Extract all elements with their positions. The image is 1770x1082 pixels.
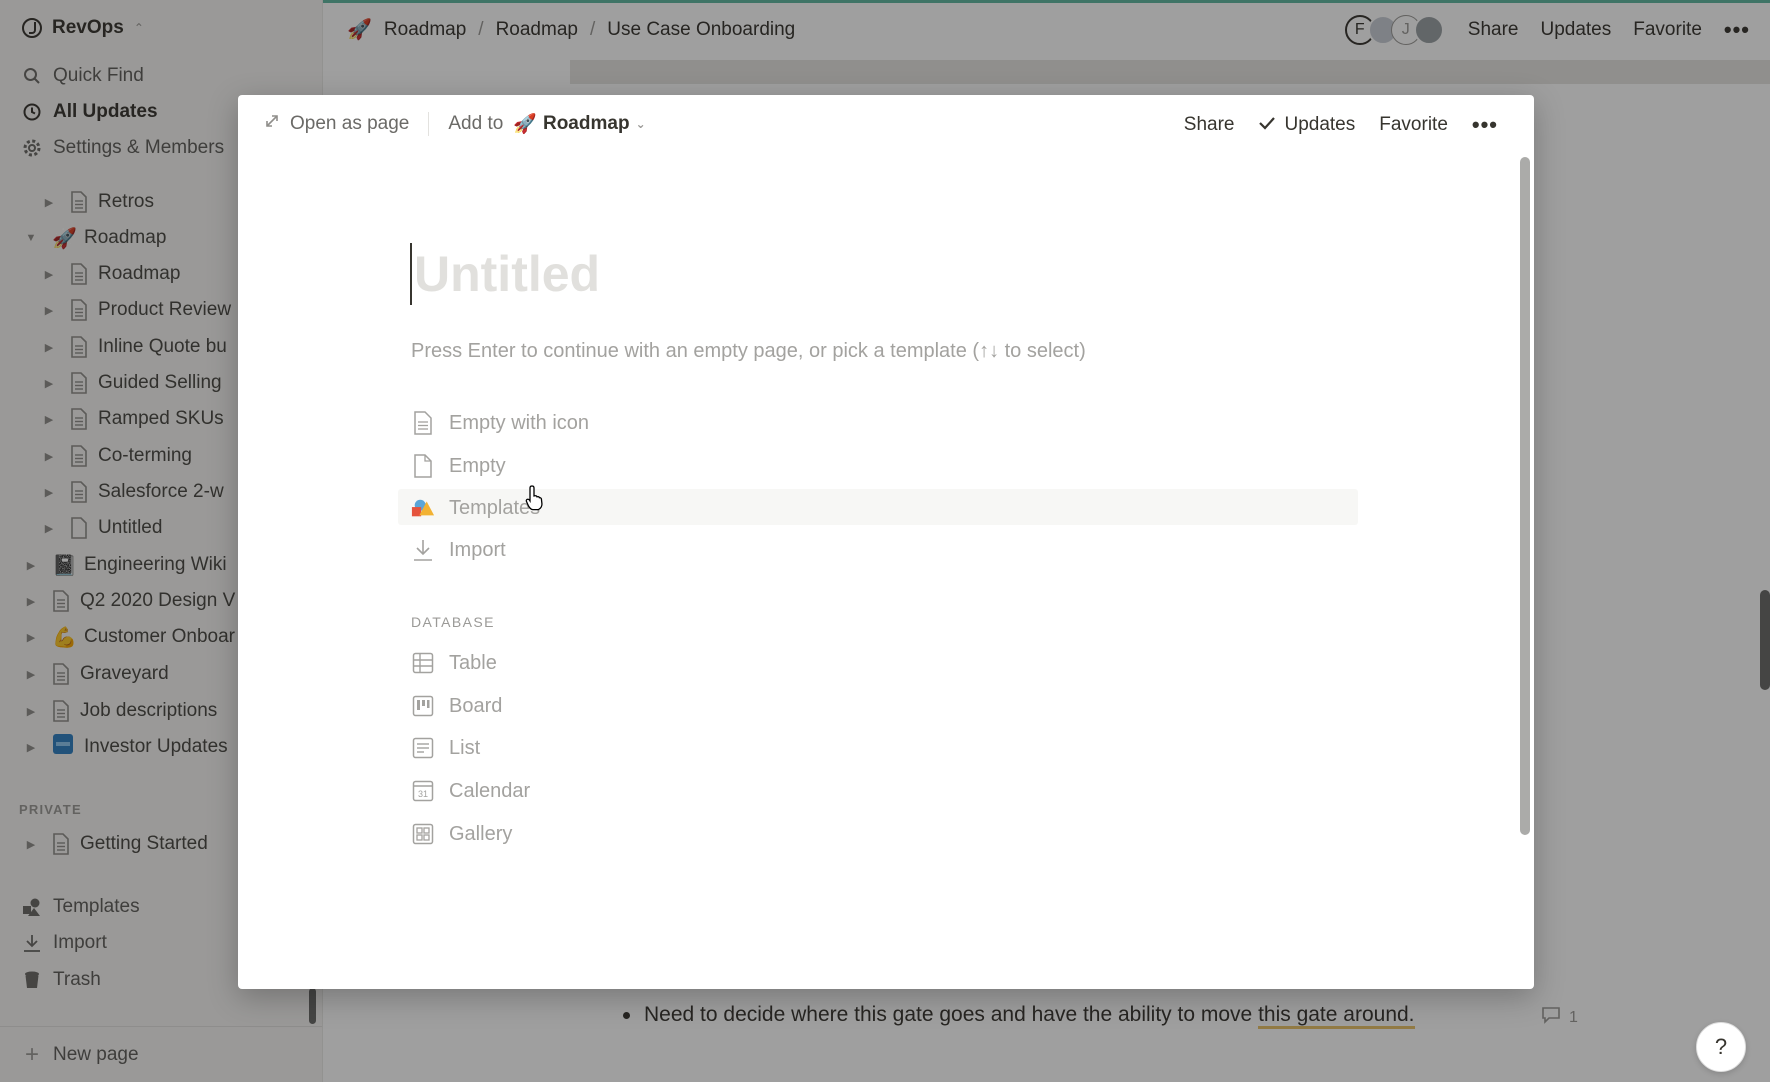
add-to-label: Add to [448, 113, 504, 134]
chevron-down-icon: ⌄ [635, 117, 646, 131]
page-with-lines-icon [411, 411, 435, 435]
table-icon [411, 651, 435, 675]
template-hint: Press Enter to continue with an empty pa… [411, 340, 1086, 362]
option-calendar[interactable]: 31 Calendar [411, 773, 530, 809]
page-title-input[interactable]: Untitled [410, 243, 600, 305]
option-label: Gallery [449, 822, 513, 845]
shapes-icon [411, 496, 435, 520]
option-gallery[interactable]: Gallery [411, 816, 512, 852]
rocket-icon: 🚀 [513, 114, 537, 135]
list-icon [411, 736, 435, 760]
add-to-target-label: Roadmap [542, 113, 630, 134]
gallery-icon [411, 822, 435, 846]
board-icon [411, 694, 435, 718]
option-label: Table [449, 651, 497, 674]
help-button[interactable]: ? [1696, 1022, 1746, 1072]
new-page-modal: Open as page Add to 🚀 Roadmap ⌄ Share Up… [238, 95, 1534, 989]
check-icon [1258, 114, 1276, 136]
hand-cursor-icon [524, 484, 548, 517]
option-templates[interactable]: Templates [411, 490, 540, 526]
modal-scrollbar[interactable] [1520, 157, 1530, 835]
add-to-selector[interactable]: Add to 🚀 Roadmap ⌄ [448, 112, 645, 136]
calendar-icon-text: 31 [418, 789, 428, 799]
option-empty[interactable]: Empty [411, 448, 506, 484]
option-label: Import [449, 538, 506, 561]
help-label: ? [1714, 1034, 1728, 1059]
calendar-icon: 31 [411, 779, 435, 803]
option-table[interactable]: Table [411, 645, 497, 681]
divider [428, 112, 430, 136]
database-section-label: DATABASE [411, 614, 495, 630]
modal-updates-label: Updates [1284, 114, 1356, 135]
open-as-page-label: Open as page [290, 113, 410, 134]
modal-header-right: Share Updates Favorite ••• [1184, 112, 1498, 138]
modal-favorite-button[interactable]: Favorite [1379, 114, 1448, 136]
blank-page-icon [411, 454, 435, 478]
expand-arrow-icon [264, 113, 280, 135]
option-label: Empty with icon [449, 411, 590, 434]
option-label: Calendar [449, 779, 531, 802]
modal-header: Open as page Add to 🚀 Roadmap ⌄ Share Up… [238, 95, 1534, 157]
option-label: List [449, 736, 481, 759]
modal-share-button[interactable]: Share [1184, 114, 1235, 136]
option-label: Empty [449, 454, 506, 477]
option-label: Board [449, 694, 503, 717]
option-import[interactable]: Import [411, 532, 506, 568]
modal-header-left: Open as page Add to 🚀 Roadmap ⌄ [264, 112, 646, 136]
option-list[interactable]: List [411, 730, 480, 766]
modal-updates-button[interactable]: Updates [1258, 114, 1355, 136]
open-as-page-button[interactable]: Open as page [264, 113, 409, 135]
option-board[interactable]: Board [411, 688, 502, 724]
option-empty-with-icon[interactable]: Empty with icon [411, 405, 589, 441]
add-to-target[interactable]: 🚀 Roadmap ⌄ [513, 112, 645, 136]
modal-more-button[interactable]: ••• [1472, 112, 1498, 138]
import-icon [411, 538, 435, 562]
